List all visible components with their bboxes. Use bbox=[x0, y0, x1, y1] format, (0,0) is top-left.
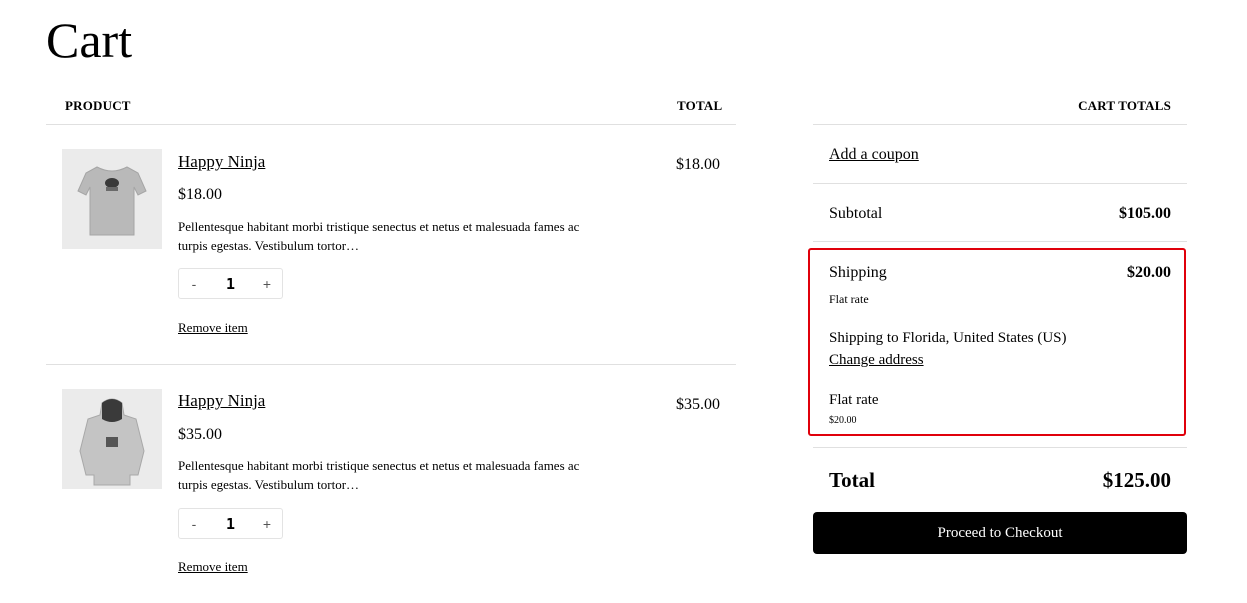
product-name-link[interactable]: Happy Ninja bbox=[178, 390, 265, 412]
total-column-header: TOTAL bbox=[677, 98, 723, 113]
remove-item-link[interactable]: Remove item bbox=[178, 559, 248, 575]
shipping-divider bbox=[813, 447, 1187, 448]
shipping-method: Flat rate bbox=[829, 292, 869, 306]
quantity-value[interactable]: 1 bbox=[226, 275, 235, 293]
proceed-to-checkout-button[interactable]: Proceed to Checkout bbox=[813, 512, 1187, 554]
product-thumbnail-tshirt[interactable] bbox=[62, 149, 162, 249]
quantity-increase-button[interactable]: + bbox=[260, 276, 274, 292]
quantity-value[interactable]: 1 bbox=[226, 515, 235, 533]
shipping-option-label[interactable]: Flat rate bbox=[829, 390, 879, 410]
quantity-increase-button[interactable]: + bbox=[260, 516, 274, 532]
shipping-value: $20.00 bbox=[1127, 264, 1171, 281]
total-label: Total bbox=[829, 468, 875, 492]
quantity-decrease-button[interactable]: - bbox=[187, 516, 201, 532]
product-thumbnail-hoodie[interactable] bbox=[62, 389, 162, 489]
cart-totals-heading: CART TOTALS bbox=[1078, 98, 1171, 113]
shipping-destination: Shipping to Florida, United States (US) bbox=[829, 330, 1067, 346]
tshirt-icon bbox=[62, 149, 162, 249]
product-description: Pellentesque habitant morbi tristique se… bbox=[178, 458, 580, 492]
line-total: $35.00 bbox=[676, 396, 720, 413]
quantity-stepper: - 1 + bbox=[178, 508, 283, 539]
subtotal-label: Subtotal bbox=[829, 205, 883, 222]
quantity-decrease-button[interactable]: - bbox=[187, 276, 201, 292]
total-value: $125.00 bbox=[1102, 468, 1171, 492]
product-price: $18.00 bbox=[178, 186, 222, 203]
subtotal-divider bbox=[813, 241, 1187, 242]
page-title: Cart bbox=[46, 12, 133, 68]
shipping-label: Shipping bbox=[829, 264, 887, 281]
line-total: $18.00 bbox=[676, 156, 720, 173]
totals-header-divider bbox=[813, 124, 1187, 125]
subtotal-value: $105.00 bbox=[1119, 205, 1171, 222]
coupon-divider bbox=[813, 183, 1187, 184]
product-name-link[interactable]: Happy Ninja bbox=[178, 151, 265, 173]
row-divider bbox=[46, 364, 736, 365]
product-price: $35.00 bbox=[178, 426, 222, 443]
shipping-option-price: $20.00 bbox=[829, 415, 857, 426]
remove-item-link[interactable]: Remove item bbox=[178, 320, 248, 336]
quantity-stepper: - 1 + bbox=[178, 268, 283, 299]
table-header-divider bbox=[46, 124, 736, 125]
product-description: Pellentesque habitant morbi tristique se… bbox=[178, 219, 580, 253]
change-address-link[interactable]: Change address bbox=[829, 350, 924, 370]
product-column-header: PRODUCT bbox=[65, 98, 131, 113]
add-coupon-link[interactable]: Add a coupon bbox=[829, 145, 919, 165]
hoodie-icon bbox=[62, 389, 162, 489]
